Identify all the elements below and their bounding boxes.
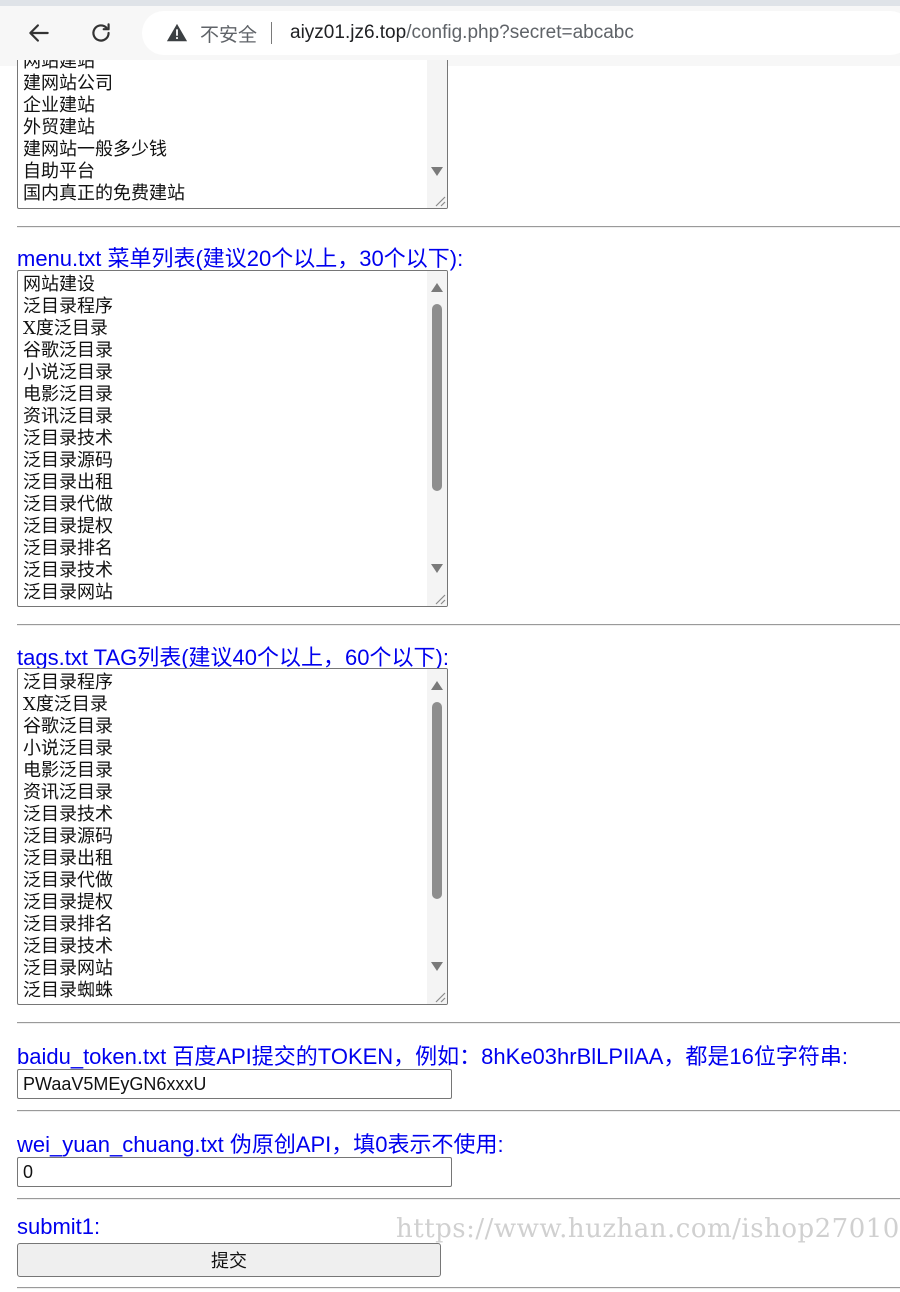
reload-button[interactable] bbox=[82, 14, 120, 52]
arrow-left-icon bbox=[29, 24, 49, 42]
watermark-text: https://www.huzhan.com/ishop27010 bbox=[396, 1214, 900, 1244]
keywords-lines: 网站建站 建网站公司 企业建站 外贸建站 建网站一般多少钱 自助平台 国内真正的… bbox=[23, 60, 185, 205]
list-item: 电影泛目录 bbox=[23, 760, 113, 781]
tags-lines: 泛目录程序 X度泛目录 谷歌泛目录 小说泛目录 电影泛目录 资讯泛目录 泛目录技… bbox=[23, 672, 113, 1002]
back-button[interactable] bbox=[20, 14, 58, 52]
list-item: 泛目录排名 bbox=[23, 538, 113, 559]
menu-scrollbar[interactable] bbox=[427, 271, 447, 606]
list-item: 外贸建站 bbox=[23, 117, 95, 138]
list-item: 网站建设 bbox=[23, 274, 95, 295]
address-separator bbox=[271, 22, 273, 44]
url-text[interactable]: aiyz01.jz6.top/config.php?secret=abcabc bbox=[290, 22, 634, 44]
scroll-thumb[interactable] bbox=[432, 304, 442, 491]
scroll-down-arrow-icon[interactable] bbox=[431, 962, 443, 971]
divider bbox=[17, 226, 900, 228]
list-item: 泛目录蜘蛛 bbox=[23, 980, 113, 1001]
list-item: 泛目录提权 bbox=[23, 516, 113, 537]
list-item: 自助平台 bbox=[23, 161, 95, 182]
list-item: 泛目录技术 bbox=[23, 804, 113, 825]
tab-strip-edge bbox=[0, 0, 900, 6]
address-bar[interactable]: 不安全 aiyz01.jz6.top/config.php?secret=abc… bbox=[142, 11, 900, 55]
divider bbox=[17, 1198, 900, 1200]
menu-textarea[interactable]: 网站建设 泛目录程序 X度泛目录 谷歌泛目录 小说泛目录 电影泛目录 资讯泛目录… bbox=[17, 270, 448, 607]
list-item: 泛目录源码 bbox=[23, 826, 113, 847]
list-item: 泛目录代做 bbox=[23, 494, 113, 515]
menu-label: menu.txt 菜单列表(建议20个以上，30个以下): bbox=[17, 246, 464, 271]
list-item: 建网站公司 bbox=[23, 73, 113, 94]
divider bbox=[17, 624, 900, 626]
baidu-token-label: baidu_token.txt 百度API提交的TOKEN，例如：8hKe03h… bbox=[17, 1044, 848, 1069]
reload-icon bbox=[92, 23, 110, 42]
scroll-up-arrow-icon[interactable] bbox=[431, 681, 443, 690]
warning-icon bbox=[166, 23, 188, 42]
list-item: 泛目录网站 bbox=[23, 958, 113, 979]
list-item: 泛目录出租 bbox=[23, 848, 113, 869]
list-item: 泛目录出租 bbox=[23, 472, 113, 493]
list-item: 网站建站 bbox=[23, 60, 95, 72]
menu-lines: 网站建设 泛目录程序 X度泛目录 谷歌泛目录 小说泛目录 电影泛目录 资讯泛目录… bbox=[23, 274, 113, 604]
list-item: 泛目录代做 bbox=[23, 870, 113, 891]
list-item: 泛目录网站 bbox=[23, 582, 113, 603]
list-item: 泛目录技术 bbox=[23, 428, 113, 449]
list-item: 泛目录提权 bbox=[23, 892, 113, 913]
wei-yuan-chuang-input[interactable] bbox=[17, 1157, 452, 1187]
scroll-down-arrow-icon[interactable] bbox=[431, 564, 443, 573]
list-item: 泛目录程序 bbox=[23, 672, 113, 693]
divider bbox=[17, 1287, 900, 1289]
url-path: /config.php?secret=abcabc bbox=[406, 22, 634, 43]
list-item: 谷歌泛目录 bbox=[23, 340, 113, 361]
resize-grip-icon[interactable] bbox=[430, 589, 446, 605]
tags-scrollbar[interactable] bbox=[427, 669, 447, 1004]
list-item: 国内真正的免费建站 bbox=[23, 183, 185, 204]
list-item: 泛目录技术 bbox=[23, 936, 113, 957]
list-item: 资讯泛目录 bbox=[23, 782, 113, 803]
list-item: 资讯泛目录 bbox=[23, 406, 113, 427]
list-item: 电影泛目录 bbox=[23, 384, 113, 405]
submit-label: submit1: bbox=[17, 1214, 101, 1239]
url-host: aiyz01.jz6.top bbox=[290, 22, 407, 43]
tags-textarea[interactable]: 泛目录程序 X度泛目录 谷歌泛目录 小说泛目录 电影泛目录 资讯泛目录 泛目录技… bbox=[17, 668, 448, 1005]
keywords-scrollbar[interactable] bbox=[427, 60, 447, 208]
divider bbox=[17, 1110, 900, 1112]
list-item: 企业建站 bbox=[23, 95, 95, 116]
scroll-thumb[interactable] bbox=[432, 702, 442, 899]
scroll-up-arrow-icon[interactable] bbox=[431, 283, 443, 292]
security-label[interactable]: 不安全 bbox=[200, 20, 257, 47]
keywords-textarea[interactable]: 网站建站 建网站公司 企业建站 外贸建站 建网站一般多少钱 自助平台 国内真正的… bbox=[17, 60, 448, 209]
list-item: 谷歌泛目录 bbox=[23, 716, 113, 737]
list-item: 小说泛目录 bbox=[23, 738, 113, 759]
list-item: X度泛目录 bbox=[23, 318, 108, 339]
list-item: 泛目录源码 bbox=[23, 450, 113, 471]
list-item: 泛目录技术 bbox=[23, 560, 113, 581]
browser-toolbar: 不安全 aiyz01.jz6.top/config.php?secret=abc… bbox=[0, 0, 900, 66]
page-content: 网站建站 建网站公司 企业建站 外贸建站 建网站一般多少钱 自助平台 国内真正的… bbox=[0, 60, 900, 1292]
submit-button[interactable]: 提交 bbox=[17, 1243, 441, 1277]
scroll-down-arrow-icon[interactable] bbox=[431, 167, 443, 176]
resize-grip-icon[interactable] bbox=[430, 987, 446, 1003]
wei-yuan-chuang-label: wei_yuan_chuang.txt 伪原创API，填0表示不使用: bbox=[17, 1132, 504, 1157]
list-item: 建网站一般多少钱 bbox=[23, 139, 167, 160]
divider bbox=[17, 1022, 900, 1024]
list-item: 泛目录排名 bbox=[23, 914, 113, 935]
list-item: 泛目录程序 bbox=[23, 296, 113, 317]
list-item: X度泛目录 bbox=[23, 694, 108, 715]
baidu-token-input[interactable] bbox=[17, 1069, 452, 1099]
resize-grip-icon[interactable] bbox=[430, 191, 446, 207]
list-item: 小说泛目录 bbox=[23, 362, 113, 383]
